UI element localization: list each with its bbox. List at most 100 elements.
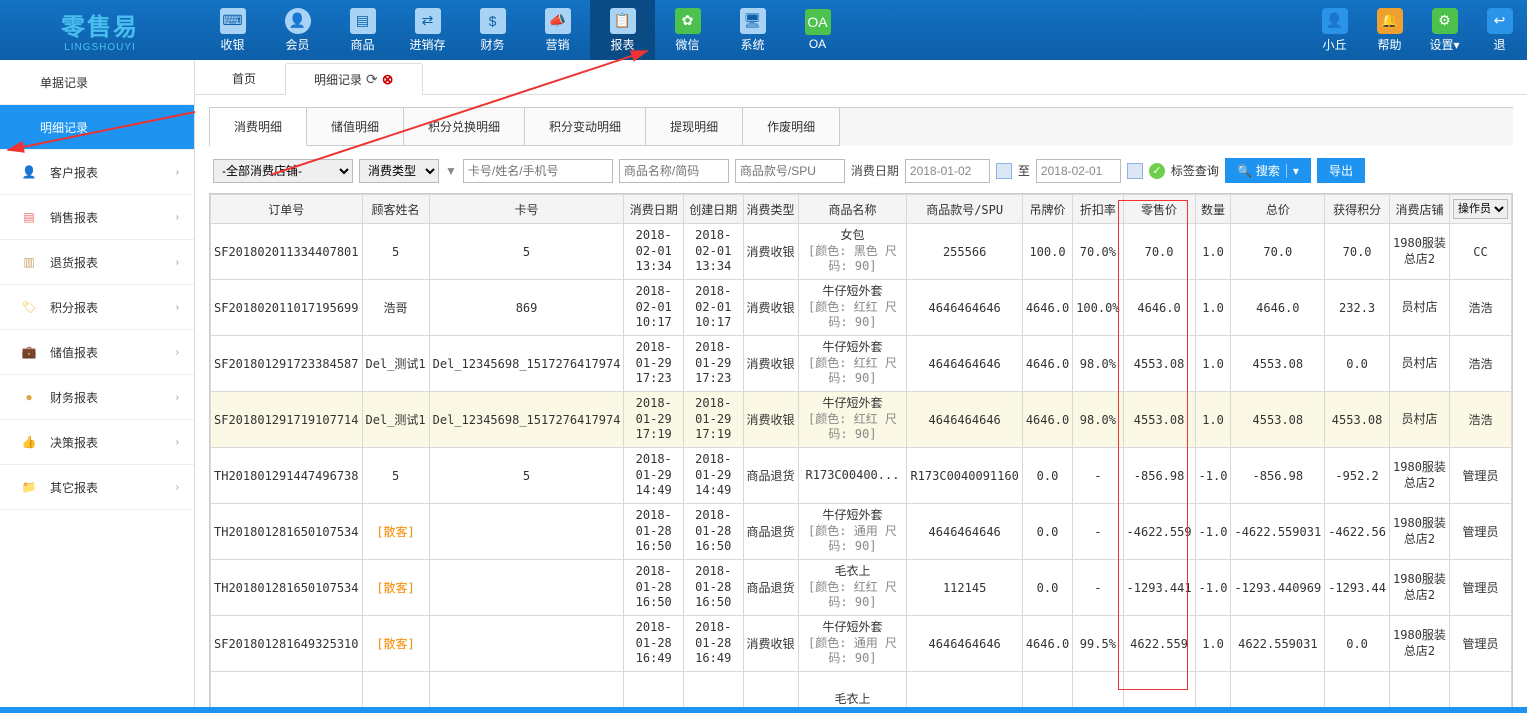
cell: 2018-01-2917:19 [683,392,743,448]
cell: -1293.44 [1325,560,1390,616]
table-row[interactable]: SF201801291723384587Del_测试1Del_12345698_… [211,336,1512,392]
cell [1123,672,1195,708]
table-row[interactable]: SF201802011334407801552018-02-0113:34201… [211,224,1512,280]
sidebar-item-明细记录[interactable]: 明细记录 [0,105,194,150]
table-row[interactable]: TH201801281650107534[散客]2018-01-2816:502… [211,504,1512,560]
cell: 2018-01-2914:49 [683,448,743,504]
cell: 浩浩 [1449,336,1511,392]
sidebar-item-其它报表[interactable]: 📁其它报表› [0,465,194,510]
cell: 5 [429,224,624,280]
date-from-input[interactable] [905,159,990,183]
cell: 70.0 [1325,224,1390,280]
nav-商品[interactable]: ▤商品 [330,0,395,60]
table-row[interactable]: TH201801291447496738552018-01-2914:49201… [211,448,1512,504]
type-select[interactable]: 消费类型 [359,159,439,183]
col-header: 订单号 [211,195,363,224]
search-button[interactable]: 🔍 搜索▾ [1225,158,1311,183]
cell [743,672,798,708]
sidebar-item-退货报表[interactable]: ▥退货报表› [0,240,194,285]
nav-label: 微信 [675,36,699,53]
nav-right-小丘[interactable]: 👤小丘 [1307,0,1362,60]
nav-right-帮助[interactable]: 🔔帮助 [1362,0,1417,60]
keyword-card-input[interactable] [463,159,613,183]
cell [429,672,624,708]
sub-tab-作废明细[interactable]: 作废明细 [743,108,840,146]
table-row[interactable]: SF201801291719107714Del_测试1Del_12345698_… [211,392,1512,448]
cell: 4646.0 [1022,280,1072,336]
store-select[interactable]: -全部消费店铺- [213,159,353,183]
page-tab-首页[interactable]: 首页 [203,62,285,94]
page-tab-明细记录[interactable]: 明细记录⟳⊗ [285,63,422,95]
sidebar-item-单据记录[interactable]: 单据记录 [0,60,194,105]
nav-微信[interactable]: ✿ 微信 [655,0,720,60]
table-row[interactable]: 毛衣上 [211,672,1512,708]
nav-icon: ✿ [675,8,701,34]
sidebar-item-客户报表[interactable]: 👤客户报表› [0,150,194,195]
cell: 员村店 [1389,392,1449,448]
keyword-sku-input[interactable] [735,159,845,183]
cell: 牛仔短外套[颜色: 红红 尺码: 90] [798,336,907,392]
sidebar-label: 其它报表 [50,479,98,496]
col-header: 商品款号/SPU [907,195,1022,224]
export-button[interactable]: 导出 [1317,158,1365,183]
check-icon[interactable]: ✓ [1149,163,1165,179]
nav-label: 收银 [220,36,244,53]
col-header: 折扣率 [1073,195,1123,224]
tab-bar: 首页明细记录⟳⊗ [195,60,1527,95]
sidebar-item-决策报表[interactable]: 👍决策报表› [0,420,194,465]
nav-收银[interactable]: ⌨ 收银 [200,0,265,60]
cell: 4553.08 [1123,392,1195,448]
nav-营销[interactable]: 📣营销 [525,0,590,60]
sub-tab-提现明细[interactable]: 提现明细 [646,108,743,146]
cell: -1293.441 [1123,560,1195,616]
sub-tab-消费明细[interactable]: 消费明细 [210,108,307,146]
sub-tab-积分兑换明细[interactable]: 积分兑换明细 [404,108,525,146]
operator-select[interactable]: 操作员 [1453,199,1508,219]
table-row[interactable]: SF201801281649325310[散客]2018-01-2816:492… [211,616,1512,672]
nav-进销存[interactable]: ⇄进销存 [395,0,460,60]
cell: 0.0 [1022,504,1072,560]
cell: 管理员 [1449,448,1511,504]
sidebar-item-储值报表[interactable]: 💼储值报表› [0,330,194,375]
table-row[interactable]: SF201802011017195699浩哥8692018-02-0110:17… [211,280,1512,336]
tag-query-link[interactable]: 标签查询 [1171,162,1219,179]
nav-报表[interactable]: 📋报表 [590,0,655,60]
nav-icon: 👤 [1322,8,1348,34]
cell: 2018-01-2917:19 [624,392,684,448]
cell: SF201801291719107714 [211,392,363,448]
logo-main: 零售易 [61,7,139,42]
sub-tab-储值明细[interactable]: 储值明细 [307,108,404,146]
nav-会员[interactable]: 👤会员 [265,0,330,60]
table-row[interactable]: TH201801281650107534[散客]2018-01-2816:502… [211,560,1512,616]
cell: 2018-01-2816:50 [624,560,684,616]
keyword-product-input[interactable] [619,159,729,183]
nav-OA[interactable]: OAOA [785,0,850,60]
nav-系统[interactable]: 🖥系统 [720,0,785,60]
date-to-input[interactable] [1036,159,1121,183]
nav-right-设置[interactable]: ⚙设置▾ [1417,0,1472,60]
nav-label: 进销存 [409,36,445,53]
cell: 4646.0 [1022,392,1072,448]
sidebar-item-积分报表[interactable]: 🏷积分报表› [0,285,194,330]
sidebar-item-财务报表[interactable]: ●财务报表› [0,375,194,420]
nav-财务[interactable]: $财务 [460,0,525,60]
cell: 1.0 [1195,280,1231,336]
logo: 零售易 LINGSHOUYI [0,0,200,60]
calendar-icon[interactable] [1127,163,1143,179]
sidebar-item-销售报表[interactable]: ▤销售报表› [0,195,194,240]
nav-right-退[interactable]: ↩退 [1472,0,1527,60]
calendar-icon[interactable] [996,163,1012,179]
nav-icon: ⌨ [220,8,246,34]
main: 首页明细记录⟳⊗ 消费明细储值明细积分兑换明细积分变动明细提现明细作废明细 -全… [195,60,1527,707]
cell: 员村店 [1389,336,1449,392]
sub-tab-积分变动明细[interactable]: 积分变动明细 [525,108,646,146]
cell: 消费收银 [743,280,798,336]
cell [1449,672,1511,708]
refresh-icon[interactable]: ⟳ [366,71,378,88]
sidebar-label: 单据记录 [40,74,88,91]
close-icon[interactable]: ⊗ [382,71,394,88]
sidebar: 单据记录明细记录👤客户报表›▤销售报表›▥退货报表›🏷积分报表›💼储值报表›●财… [0,60,195,707]
cell: -1.0 [1195,448,1231,504]
chevron-right-icon: › [176,257,179,268]
cell: 0.0 [1325,336,1390,392]
